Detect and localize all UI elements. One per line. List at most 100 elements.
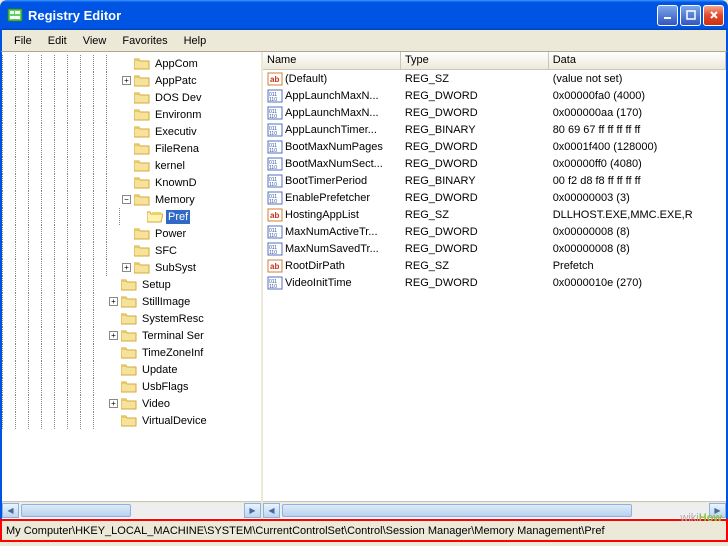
- binary-value-icon: 011110: [267, 122, 283, 138]
- tree-toggle[interactable]: +: [109, 297, 118, 306]
- tree-row[interactable]: − Memory: [2, 191, 261, 208]
- tree-row[interactable]: Executiv: [2, 123, 261, 140]
- close-button[interactable]: [703, 5, 724, 26]
- tree-label[interactable]: kernel: [153, 159, 187, 173]
- tree-label[interactable]: DOS Dev: [153, 91, 203, 105]
- scroll-track[interactable]: [19, 503, 244, 518]
- column-name[interactable]: Name: [263, 52, 401, 69]
- tree-label[interactable]: UsbFlags: [140, 380, 190, 394]
- list-row[interactable]: 011110BootMaxNumPagesREG_DWORD0x0001f400…: [263, 138, 726, 155]
- list-row[interactable]: 011110AppLaunchMaxN...REG_DWORD0x00000fa…: [263, 87, 726, 104]
- scroll-thumb[interactable]: [21, 504, 131, 517]
- menu-help[interactable]: Help: [176, 33, 215, 49]
- minimize-button[interactable]: [657, 5, 678, 26]
- tree-toggle[interactable]: +: [122, 263, 131, 272]
- maximize-button[interactable]: [680, 5, 701, 26]
- tree-toggle[interactable]: +: [109, 399, 118, 408]
- value-type: REG_DWORD: [401, 140, 549, 154]
- scroll-right-button[interactable]: ▶: [244, 503, 261, 518]
- tree-label[interactable]: TimeZoneInf: [140, 346, 205, 360]
- tree-row[interactable]: kernel: [2, 157, 261, 174]
- svg-text:110: 110: [269, 182, 277, 188]
- tree-row[interactable]: UsbFlags: [2, 378, 261, 395]
- tree-toggle[interactable]: +: [122, 76, 131, 85]
- tree-row[interactable]: Update: [2, 361, 261, 378]
- menu-view[interactable]: View: [75, 33, 115, 49]
- value-data: DLLHOST.EXE,MMC.EXE,R: [549, 208, 726, 222]
- scroll-track[interactable]: [280, 503, 709, 518]
- tree-label[interactable]: Update: [140, 363, 179, 377]
- value-data: 80 69 67 ff ff ff ff ff: [549, 123, 726, 137]
- value-name: (Default): [285, 72, 327, 84]
- tree-row[interactable]: + StillImage: [2, 293, 261, 310]
- tree-label[interactable]: Executiv: [153, 125, 199, 139]
- tree-row[interactable]: + AppPatc: [2, 72, 261, 89]
- list-row[interactable]: abHostingAppListREG_SZDLLHOST.EXE,MMC.EX…: [263, 206, 726, 223]
- tree-label[interactable]: AppPatc: [153, 74, 199, 88]
- tree-row[interactable]: DOS Dev: [2, 89, 261, 106]
- tree-label[interactable]: SFC: [153, 244, 179, 258]
- tree-label[interactable]: FileRena: [153, 142, 201, 156]
- string-value-icon: ab: [267, 207, 283, 223]
- tree-label[interactable]: Terminal Ser: [140, 329, 206, 343]
- tree-toggle[interactable]: +: [109, 331, 118, 340]
- list-row[interactable]: 011110VideoInitTimeREG_DWORD0x0000010e (…: [263, 274, 726, 291]
- tree-row[interactable]: Power: [2, 225, 261, 242]
- tree-toggle[interactable]: −: [122, 195, 131, 204]
- column-data[interactable]: Data: [549, 52, 726, 69]
- tree-label[interactable]: Memory: [153, 193, 197, 207]
- menu-file[interactable]: File: [6, 33, 40, 49]
- tree-label[interactable]: Setup: [140, 278, 173, 292]
- list-row[interactable]: abRootDirPathREG_SZPrefetch: [263, 257, 726, 274]
- tree-row[interactable]: + SubSyst: [2, 259, 261, 276]
- tree-label[interactable]: SystemResc: [140, 312, 206, 326]
- tree-label[interactable]: Environm: [153, 108, 203, 122]
- menu-edit[interactable]: Edit: [40, 33, 75, 49]
- tree-label[interactable]: Pref: [166, 210, 190, 224]
- value-data: 0x00000ff0 (4080): [549, 157, 726, 171]
- tree-row[interactable]: SystemResc: [2, 310, 261, 327]
- value-type: REG_BINARY: [401, 123, 549, 137]
- tree-row[interactable]: KnownD: [2, 174, 261, 191]
- tree-body[interactable]: AppCom + AppPatc DOS Dev Environm Executiv Fil…: [2, 52, 261, 501]
- tree-hscroll[interactable]: ◀ ▶: [2, 501, 261, 518]
- list-row[interactable]: 011110AppLaunchMaxN...REG_DWORD0x000000a…: [263, 104, 726, 121]
- list-body[interactable]: ab(Default)REG_SZ(value not set)011110Ap…: [263, 70, 726, 501]
- tree-row[interactable]: Pref: [2, 208, 261, 225]
- tree-label[interactable]: SubSyst: [153, 261, 198, 275]
- tree-label[interactable]: Video: [140, 397, 172, 411]
- scroll-thumb[interactable]: [282, 504, 632, 517]
- list-row[interactable]: ab(Default)REG_SZ(value not set): [263, 70, 726, 87]
- tree-label[interactable]: VirtualDevice: [140, 414, 209, 428]
- tree-row[interactable]: + Video: [2, 395, 261, 412]
- tree-row[interactable]: FileRena: [2, 140, 261, 157]
- scroll-left-button[interactable]: ◀: [263, 503, 280, 518]
- tree-label[interactable]: AppCom: [153, 57, 200, 71]
- tree-row[interactable]: + Terminal Ser: [2, 327, 261, 344]
- list-row[interactable]: 011110AppLaunchTimer...REG_BINARY80 69 6…: [263, 121, 726, 138]
- value-type: REG_DWORD: [401, 276, 549, 290]
- tree-row[interactable]: AppCom: [2, 55, 261, 72]
- tree-row[interactable]: TimeZoneInf: [2, 344, 261, 361]
- list-header: Name Type Data: [263, 52, 726, 70]
- tree-label[interactable]: KnownD: [153, 176, 199, 190]
- svg-text:110: 110: [269, 284, 277, 290]
- list-row[interactable]: 011110BootMaxNumSect...REG_DWORD0x00000f…: [263, 155, 726, 172]
- binary-value-icon: 011110: [267, 241, 283, 257]
- list-row[interactable]: 011110MaxNumSavedTr...REG_DWORD0x0000000…: [263, 240, 726, 257]
- value-data: 0x0000010e (270): [549, 276, 726, 290]
- scroll-left-button[interactable]: ◀: [2, 503, 19, 518]
- column-type[interactable]: Type: [401, 52, 549, 69]
- tree-label[interactable]: StillImage: [140, 295, 192, 309]
- tree-row[interactable]: VirtualDevice: [2, 412, 261, 429]
- menu-favorites[interactable]: Favorites: [114, 33, 175, 49]
- list-row[interactable]: 011110MaxNumActiveTr...REG_DWORD0x000000…: [263, 223, 726, 240]
- list-row[interactable]: 011110EnablePrefetcherREG_DWORD0x0000000…: [263, 189, 726, 206]
- value-name: MaxNumActiveTr...: [285, 225, 378, 237]
- tree-row[interactable]: Environm: [2, 106, 261, 123]
- list-hscroll[interactable]: ◀ ▶: [263, 501, 726, 518]
- list-row[interactable]: 011110BootTimerPeriodREG_BINARY00 f2 d8 …: [263, 172, 726, 189]
- tree-row[interactable]: Setup: [2, 276, 261, 293]
- tree-label[interactable]: Power: [153, 227, 188, 241]
- tree-row[interactable]: SFC: [2, 242, 261, 259]
